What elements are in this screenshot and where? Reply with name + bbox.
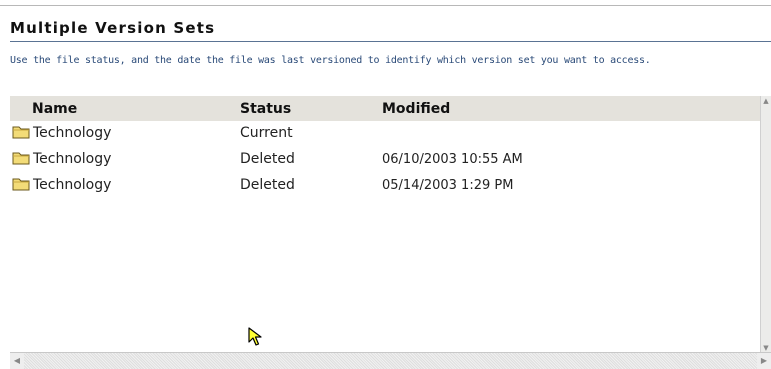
- row-name-label: Technology: [33, 125, 112, 141]
- column-header-status[interactable]: Status: [240, 101, 291, 117]
- table-row[interactable]: Technology Current: [10, 121, 761, 147]
- scroll-right-arrow-icon[interactable]: ▶: [757, 353, 771, 369]
- vertical-scrollbar[interactable]: ▲ ▼: [760, 96, 771, 353]
- page-title: Multiple Version Sets: [10, 19, 216, 37]
- row-name-cell[interactable]: Technology: [12, 177, 111, 193]
- list-body: Technology Current Technology Deleted 06…: [10, 121, 761, 199]
- row-name-label: Technology: [33, 151, 112, 167]
- window-frame-top: [0, 5, 771, 6]
- column-header-name[interactable]: Name: [32, 101, 77, 117]
- version-set-list: Name Status Modified Technology Current …: [10, 96, 771, 369]
- scroll-up-arrow-icon[interactable]: ▲: [761, 96, 771, 106]
- row-name-cell[interactable]: Technology: [12, 151, 111, 167]
- row-modified-cell: 06/10/2003 10:55 AM: [382, 152, 523, 167]
- table-row[interactable]: Technology Deleted 06/10/2003 10:55 AM: [10, 147, 761, 173]
- instructions-text: Use the file status, and the date the fi…: [10, 55, 651, 66]
- row-status-cell: Deleted: [240, 177, 295, 193]
- list-header: Name Status Modified: [10, 96, 761, 121]
- row-name-cell[interactable]: Technology: [12, 125, 111, 141]
- table-row[interactable]: Technology Deleted 05/14/2003 1:29 PM: [10, 173, 761, 199]
- mouse-pointer-icon: [248, 327, 262, 346]
- row-status-cell: Deleted: [240, 151, 295, 167]
- scroll-left-arrow-icon[interactable]: ◀: [10, 353, 24, 369]
- title-divider: [10, 41, 771, 42]
- folder-icon: [12, 178, 30, 191]
- horizontal-scrollbar[interactable]: ◀ ▶: [10, 352, 771, 369]
- folder-icon: [12, 152, 30, 165]
- row-name-label: Technology: [33, 177, 112, 193]
- row-status-cell: Current: [240, 125, 293, 141]
- folder-icon: [12, 126, 30, 139]
- column-header-modified[interactable]: Modified: [382, 101, 450, 117]
- row-modified-cell: 05/14/2003 1:29 PM: [382, 178, 514, 193]
